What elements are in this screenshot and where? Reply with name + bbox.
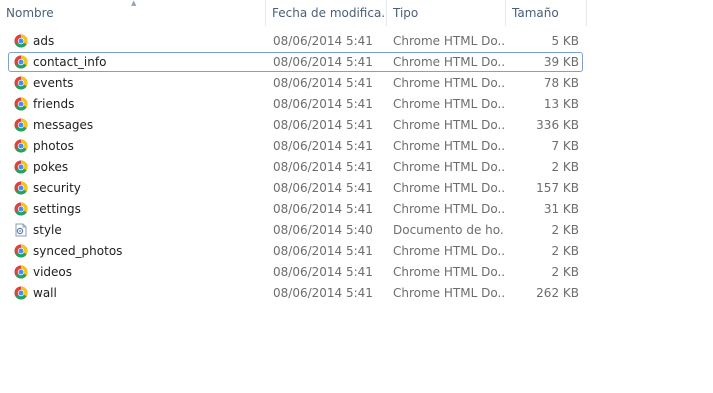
file-name: friends [33,97,75,111]
file-row[interactable]: security 08/06/2014 5:41 Chrome HTML Do...… [8,178,583,198]
column-divider[interactable] [586,0,587,26]
file-date: 08/06/2014 5:41 [273,202,373,216]
chrome-icon [14,160,28,174]
chrome-icon [14,265,28,279]
file-type: Chrome HTML Do... [393,181,505,195]
file-type: Chrome HTML Do... [393,34,505,48]
file-date: 08/06/2014 5:41 [273,181,373,195]
file-type: Chrome HTML Do... [393,160,505,174]
chrome-icon [14,34,28,48]
file-type: Documento de ho... [393,223,505,237]
chrome-icon [14,286,28,300]
file-type: Chrome HTML Do... [393,55,505,69]
chrome-icon [14,118,28,132]
file-size: 31 KB [543,202,579,216]
file-type: Chrome HTML Do... [393,76,505,90]
file-date: 08/06/2014 5:41 [273,97,373,111]
file-name: photos [33,139,74,153]
file-type: Chrome HTML Do... [393,97,505,111]
chrome-icon [14,55,28,69]
file-type: Chrome HTML Do... [393,139,505,153]
chrome-icon [14,97,28,111]
file-row[interactable]: friends 08/06/2014 5:41 Chrome HTML Do... 1… [8,94,583,114]
file-size: 262 KB [536,286,579,300]
file-name: style [33,223,62,237]
file-date: 08/06/2014 5:41 [273,118,373,132]
column-header-type[interactable]: Tipo [387,0,505,26]
file-date: 08/06/2014 5:41 [273,286,373,300]
file-row[interactable]: settings 08/06/2014 5:41 Chrome HTML Do...… [8,199,583,219]
file-date: 08/06/2014 5:41 [273,244,373,258]
file-name: security [33,181,81,195]
file-date: 08/06/2014 5:41 [273,76,373,90]
file-type: Chrome HTML Do... [393,286,505,300]
file-row[interactable]: ads 08/06/2014 5:41 Chrome HTML Do... 5 KB [8,31,583,51]
file-name: synced_photos [33,244,123,258]
file-row[interactable]: messages 08/06/2014 5:41 Chrome HTML Do...… [8,115,583,135]
file-size: 2 KB [551,265,579,279]
file-size: 5 KB [551,34,579,48]
file-size: 7 KB [551,139,579,153]
stylesheet-file-icon [14,223,28,237]
file-row[interactable]: photos 08/06/2014 5:41 Chrome HTML Do... 7 … [8,136,583,156]
sort-ascending-icon: ▲ [131,0,137,7]
file-type: Chrome HTML Do... [393,265,505,279]
column-header-size[interactable]: Tamaño [506,0,586,26]
column-header: Nombre ▲ Fecha de modifica... Tipo Tamañ… [0,0,713,26]
file-row[interactable]: pokes 08/06/2014 5:41 Chrome HTML Do... 2 K… [8,157,583,177]
file-size: 13 KB [543,97,579,111]
file-size: 157 KB [536,181,579,195]
file-type: Chrome HTML Do... [393,118,505,132]
file-type: Chrome HTML Do... [393,202,505,216]
file-date: 08/06/2014 5:41 [273,139,373,153]
file-date: 08/06/2014 5:41 [273,55,373,69]
file-row[interactable]: contact_info 08/06/2014 5:41 Chrome HTML D… [8,52,583,72]
file-date: 08/06/2014 5:40 [273,223,373,237]
chrome-icon [14,202,28,216]
file-name: pokes [33,160,69,174]
file-size: 2 KB [551,244,579,258]
file-name: events [33,76,74,90]
file-name: messages [33,118,94,132]
file-size: 78 KB [543,76,579,90]
file-type: Chrome HTML Do... [393,244,505,258]
column-header-date[interactable]: Fecha de modifica... [266,0,386,26]
file-date: 08/06/2014 5:41 [273,265,373,279]
file-date: 08/06/2014 5:41 [273,160,373,174]
file-name: settings [33,202,81,216]
file-name: videos [33,265,73,279]
file-date: 08/06/2014 5:41 [273,34,373,48]
file-size: 2 KB [551,160,579,174]
file-row[interactable]: events 08/06/2014 5:41 Chrome HTML Do... 78… [8,73,583,93]
file-row[interactable]: synced_photos 08/06/2014 5:41 Chrome HTML … [8,241,583,261]
chrome-icon [14,139,28,153]
file-name: wall [33,286,57,300]
file-row[interactable]: wall 08/06/2014 5:41 Chrome HTML Do... 262 … [8,283,583,303]
file-name: ads [33,34,55,48]
chrome-icon [14,76,28,90]
file-size: 39 KB [543,55,579,69]
chrome-icon [14,244,28,258]
file-size: 336 KB [536,118,579,132]
file-row[interactable]: videos 08/06/2014 5:41 Chrome HTML Do... 2 … [8,262,583,282]
file-row[interactable]: style 08/06/2014 5:40 Documento de ho... 2 … [8,220,583,240]
file-size: 2 KB [551,223,579,237]
file-name: contact_info [33,55,107,69]
chrome-icon [14,181,28,195]
